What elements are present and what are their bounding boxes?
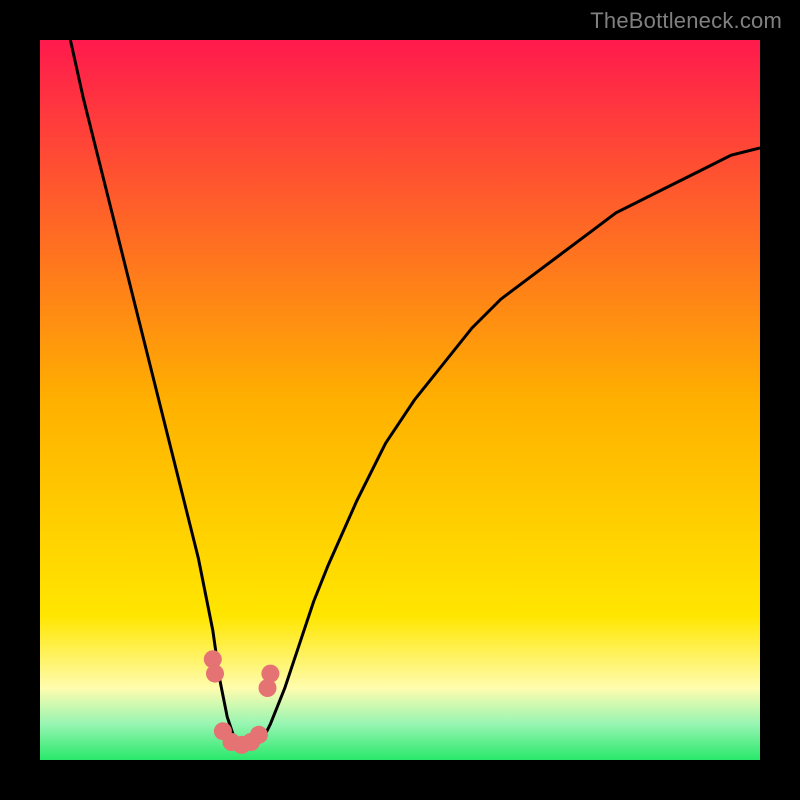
marker-dot [250,726,268,744]
plot-area [40,40,760,760]
marker-dot [206,665,224,683]
curve-layer [40,40,760,760]
chart-frame: TheBottleneck.com [0,0,800,800]
watermark-text: TheBottleneck.com [590,8,782,34]
marker-group [204,650,280,754]
marker-dot [261,665,279,683]
bottleneck-curve [40,40,760,746]
